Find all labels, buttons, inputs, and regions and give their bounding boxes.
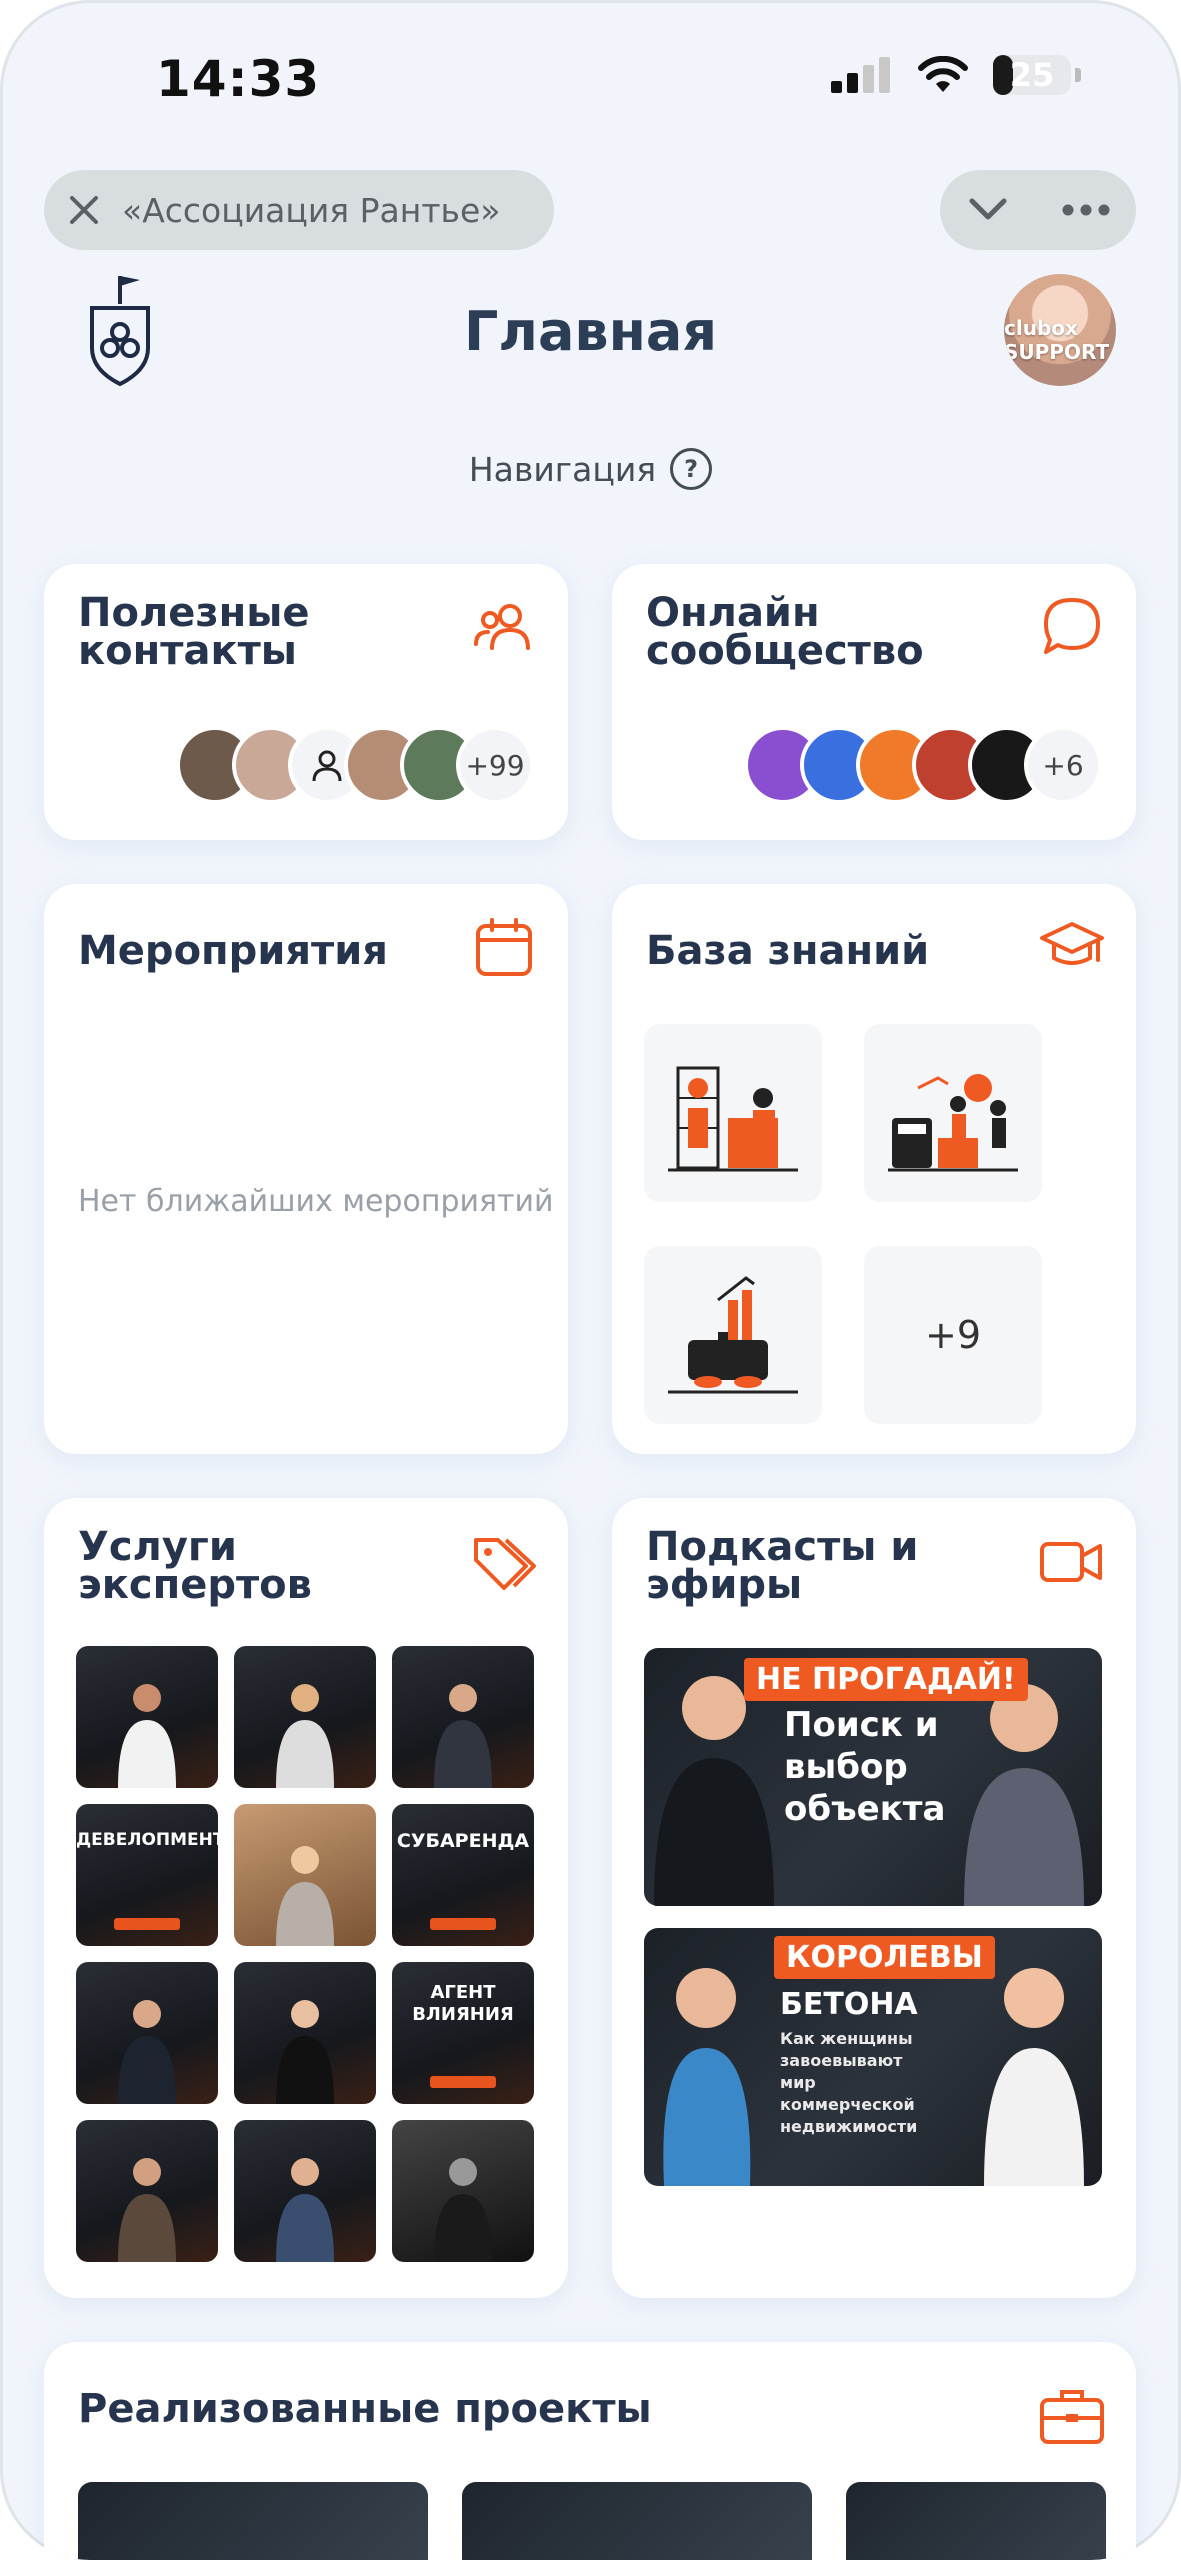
project-tile[interactable]	[78, 2482, 428, 2560]
navigation-label: Навигация	[468, 449, 657, 489]
users-icon	[474, 604, 530, 650]
expert-tile[interactable]: СУБАРЕНДА	[392, 1804, 534, 1946]
podcast-item[interactable]: КОРОЛЕВЫ БЕТОНА Как женщины завоевывают …	[644, 1928, 1102, 2186]
podcast-item[interactable]: НЕ ПРОГАДАЙ! Поиск и выбор объекта	[644, 1648, 1102, 1906]
knowledge-more[interactable]: +9	[864, 1246, 1042, 1424]
contacts-avatars: +99	[176, 726, 534, 804]
mini-app-title-pill: «Ассоциация Рантье»	[44, 170, 554, 250]
podcast-tag: НЕ ПРОГАДАЙ!	[744, 1658, 1028, 1701]
expert-tile[interactable]	[234, 1962, 376, 2104]
expert-tile[interactable]	[234, 2120, 376, 2262]
expert-tile[interactable]	[76, 1646, 218, 1788]
expert-tile[interactable]	[392, 1646, 534, 1788]
person-photo	[276, 1846, 334, 1946]
expert-tile[interactable]: ДЕВЕЛОПМЕНТ	[76, 1804, 218, 1946]
card-community[interactable]: Онлайн сообщество +6	[612, 564, 1136, 840]
tile-button	[430, 1918, 496, 1930]
tag-icon	[474, 1538, 536, 1590]
battery-tip	[1075, 68, 1081, 82]
avatar[interactable]: clubox SUPPORT	[1004, 274, 1116, 386]
expert-tile-caption: АГЕНТ ВЛИЯНИЯ	[412, 1982, 514, 2025]
card-events[interactable]: Мероприятия Нет ближайших мероприятий	[44, 884, 568, 1454]
navigation-row: Навигация ?	[0, 448, 1181, 490]
project-tile[interactable]	[462, 2482, 812, 2560]
card-title: Услуги экспертов	[78, 1524, 312, 1608]
finance-illustration	[888, 1074, 1018, 1172]
help-icon[interactable]: ?	[670, 448, 713, 490]
signal-icon	[831, 57, 890, 93]
close-icon[interactable]	[64, 190, 104, 230]
calendar-icon	[476, 918, 532, 976]
card-knowledge-base[interactable]: База знаний +9	[612, 884, 1136, 1454]
avatar-text: clubox SUPPORT	[1004, 316, 1110, 364]
user-icon	[312, 750, 342, 782]
community-more-count: +6	[1024, 726, 1102, 804]
briefcase-icon	[1040, 2390, 1104, 2444]
expert-tile-caption: ДЕВЕЛОПМЕНТ	[76, 1830, 218, 1850]
battery-percent: 25	[1009, 56, 1055, 94]
person-photo	[276, 1684, 334, 1788]
tile-button	[114, 1918, 180, 1930]
card-title: Мероприятия	[78, 928, 388, 974]
investment-illustration	[668, 1276, 798, 1394]
community-avatars: +6	[744, 726, 1102, 804]
app-screen: 14:33 25 «Ассоциация Рантье» Главная clu…	[0, 0, 1181, 2560]
project-tile[interactable]	[846, 2482, 1106, 2560]
knowledge-grid: +9	[644, 1024, 1042, 1424]
podcast-headline: БЕТОНА	[780, 1987, 918, 2022]
expert-tile[interactable]	[76, 2120, 218, 2262]
mini-app-title: «Ассоциация Рантье»	[122, 190, 501, 230]
knowledge-item[interactable]	[864, 1024, 1042, 1202]
card-title: Подкасты и эфиры	[646, 1524, 919, 1608]
card-title: База знаний	[646, 928, 930, 974]
construction-illustration	[668, 1066, 798, 1172]
more-icon[interactable]	[1061, 203, 1111, 217]
person-photo	[434, 1684, 492, 1788]
person-photo	[276, 2000, 334, 2104]
card-projects[interactable]: Реализованные проекты	[44, 2342, 1136, 2560]
expert-tile[interactable]	[392, 2120, 534, 2262]
person-photo	[118, 2158, 176, 2262]
card-title: Полезные контакты	[78, 590, 310, 674]
person-photo	[434, 2158, 492, 2262]
chevron-down-icon[interactable]	[966, 195, 1010, 225]
card-contacts[interactable]: Полезные контакты +99	[44, 564, 568, 840]
status-icons: 25	[831, 55, 1081, 95]
knowledge-more-count: +9	[924, 1313, 982, 1357]
expert-tile[interactable]: АГЕНТ ВЛИЯНИЯ	[392, 1962, 534, 2104]
contacts-more-count: +99	[456, 726, 534, 804]
experts-grid: ДЕВЕЛОПМЕНТ СУБАРЕНДА АГЕНТ ВЛИЯНИЯ	[76, 1646, 534, 2262]
person-photo	[276, 2158, 334, 2262]
video-camera-icon	[1040, 1542, 1102, 1582]
tile-button	[430, 2076, 496, 2088]
podcast-subtitle: Как женщины завоевывают мир коммерческой…	[780, 2029, 918, 2136]
graduation-cap-icon	[1040, 922, 1104, 965]
knowledge-item[interactable]	[644, 1024, 822, 1202]
events-empty-text: Нет ближайших мероприятий	[78, 1184, 554, 1219]
expert-tile[interactable]	[234, 1804, 376, 1946]
card-podcasts[interactable]: Подкасты и эфиры НЕ ПРОГАДАЙ! Поиск и вы…	[612, 1498, 1136, 2298]
wifi-icon	[918, 56, 968, 92]
person-photo	[118, 1684, 176, 1788]
expert-tile[interactable]	[234, 1646, 376, 1788]
person-photo	[118, 2000, 176, 2104]
podcast-tag: КОРОЛЕВЫ	[774, 1936, 995, 1979]
projects-strip	[78, 2482, 1106, 2560]
expert-tile[interactable]	[76, 1962, 218, 2104]
podcast-headline: Поиск и выбор объекта	[784, 1705, 946, 1829]
mini-app-controls	[940, 170, 1136, 250]
card-title: Реализованные проекты	[78, 2386, 652, 2432]
chat-icon	[1044, 598, 1100, 654]
expert-tile-caption: СУБАРЕНДА	[396, 1830, 530, 1852]
status-time: 14:33	[156, 50, 321, 108]
card-title: Онлайн сообщество	[646, 590, 924, 674]
battery-indicator: 25	[993, 55, 1071, 95]
card-experts[interactable]: Услуги экспертов ДЕВЕЛОПМЕНТ СУБАРЕНДА А…	[44, 1498, 568, 2298]
knowledge-item[interactable]	[644, 1246, 822, 1424]
